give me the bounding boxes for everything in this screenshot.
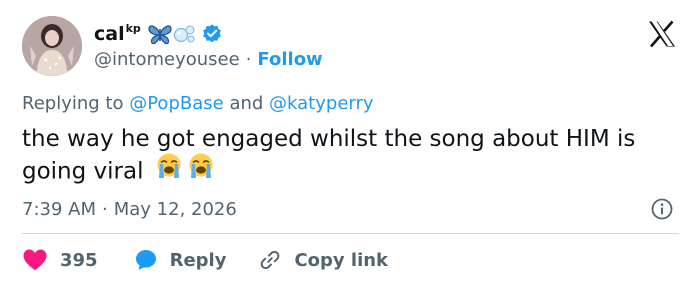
tweet-time: 7:39 AM [22,198,96,220]
x-logo-icon[interactable] [647,20,677,48]
timestamp-separator: · [102,198,108,220]
action-bar: 395 Reply Copy link [22,247,388,273]
mention-popbase[interactable]: @PopBase [129,93,223,114]
name-emojis [147,23,197,45]
mention-katyperry[interactable]: @katyperry [269,93,373,114]
author-handle[interactable]: @intomeyousee [94,49,240,70]
verified-badge-icon [203,24,221,43]
display-name-superscript: kp [125,21,141,35]
like-button[interactable]: 395 [22,248,98,272]
divider [22,233,679,234]
loudly-crying-face-emoji-icon [187,152,215,188]
tweet-embed: cal kp @intomeyousee · Follow Replying t… [0,0,700,287]
link-icon [258,248,282,272]
copy-link-label: Copy link [294,249,389,271]
tweet-timestamp[interactable]: 7:39 AM · May 12, 2026 [22,196,237,222]
avatar[interactable] [22,16,82,76]
tweet-body: the way he got engaged whilst the song a… [22,126,636,185]
replying-to-prefix: Replying to [22,93,124,114]
author-handle-row: @intomeyousee · Follow [94,47,323,71]
reply-button[interactable]: Reply [134,248,227,272]
info-icon[interactable] [650,197,674,221]
heart-icon [22,248,48,272]
replying-to-line: Replying to @PopBase and @katyperry [22,93,374,114]
author-name-row[interactable]: cal kp [94,19,223,49]
reply-label: Reply [169,249,227,271]
handle-separator: · [245,48,252,70]
butterfly-emoji-icon [148,25,172,45]
speech-bubble-icon [134,248,158,272]
bubbles-emoji-icon [173,25,195,43]
like-count: 395 [60,249,98,271]
verified-badge [201,23,223,45]
tweet-date: May 12, 2026 [113,198,237,220]
replying-to-conjunction: and [229,93,264,114]
loudly-crying-face-emoji-icon [155,152,183,188]
follow-button[interactable]: Follow [257,49,322,70]
display-name[interactable]: cal [94,23,125,45]
tweet-text: the way he got engaged whilst the song a… [22,124,682,190]
avatar-image [22,16,82,76]
copy-link-button[interactable]: Copy link [258,248,388,272]
